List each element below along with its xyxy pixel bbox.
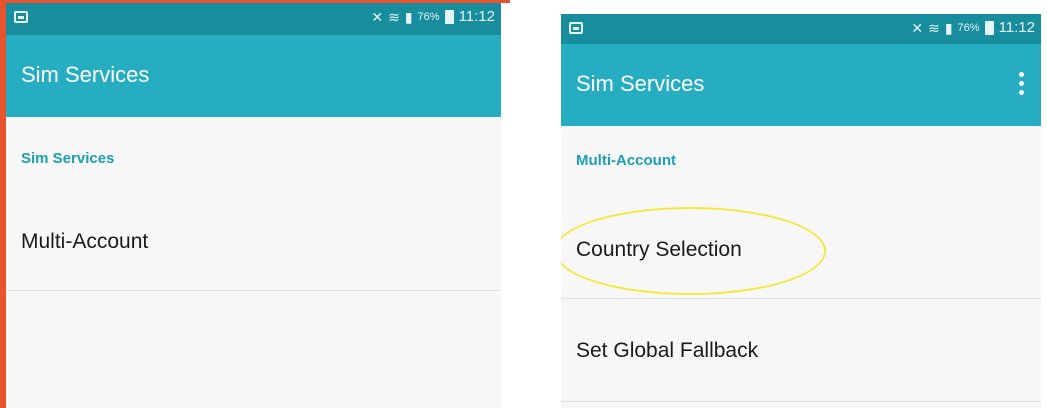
signal-icon: ▮: [944, 19, 953, 36]
screenshot-icon: [569, 22, 583, 34]
app-title: Sim Services: [576, 71, 705, 96]
battery-percent: 76%: [957, 21, 980, 34]
list-item-label: Set Global Fallback: [576, 339, 759, 362]
list-item-label: Multi-Account: [21, 230, 149, 253]
screen-multi-account: ✕ ≋ ▮ 76% 11:12 Sim Services Multi-Accou…: [561, 14, 1041, 408]
app-title: Sim Services: [21, 62, 150, 87]
wifi-icon: ≋: [928, 19, 940, 36]
highlight-ellipse: [561, 207, 826, 295]
battery-icon: [984, 20, 994, 35]
status-icons: ✕ ≋ ▮ 76% 11:12: [371, 8, 495, 25]
status-time: 11:12: [998, 19, 1035, 36]
signal-icon: ▮: [404, 8, 413, 25]
list-item-set-global-fallback[interactable]: Set Global Fallback: [561, 299, 1041, 402]
section-header: Sim Services: [21, 150, 115, 167]
overflow-menu-icon[interactable]: [1018, 72, 1024, 98]
battery-icon: [444, 9, 454, 24]
battery-percent: 76%: [417, 10, 440, 23]
status-icons: ✕ ≋ ▮ 76% 11:12: [911, 19, 1035, 36]
screen-sim-services: ✕ ≋ ▮ 76% 11:12 Sim Services Sim Service…: [6, 3, 501, 408]
mute-icon: ✕: [911, 19, 924, 36]
status-bar: ✕ ≋ ▮ 76% 11:12: [6, 3, 501, 35]
status-time: 11:12: [458, 8, 495, 25]
section-header: Multi-Account: [576, 152, 676, 169]
screenshot-icon: [14, 11, 28, 23]
app-bar: Sim Services: [6, 35, 501, 117]
list-item-multi-account[interactable]: Multi-Account: [6, 186, 501, 291]
app-bar: Sim Services: [561, 44, 1041, 126]
wifi-icon: ≋: [388, 8, 400, 25]
status-bar: ✕ ≋ ▮ 76% 11:12: [561, 14, 1041, 44]
mute-icon: ✕: [371, 8, 384, 25]
